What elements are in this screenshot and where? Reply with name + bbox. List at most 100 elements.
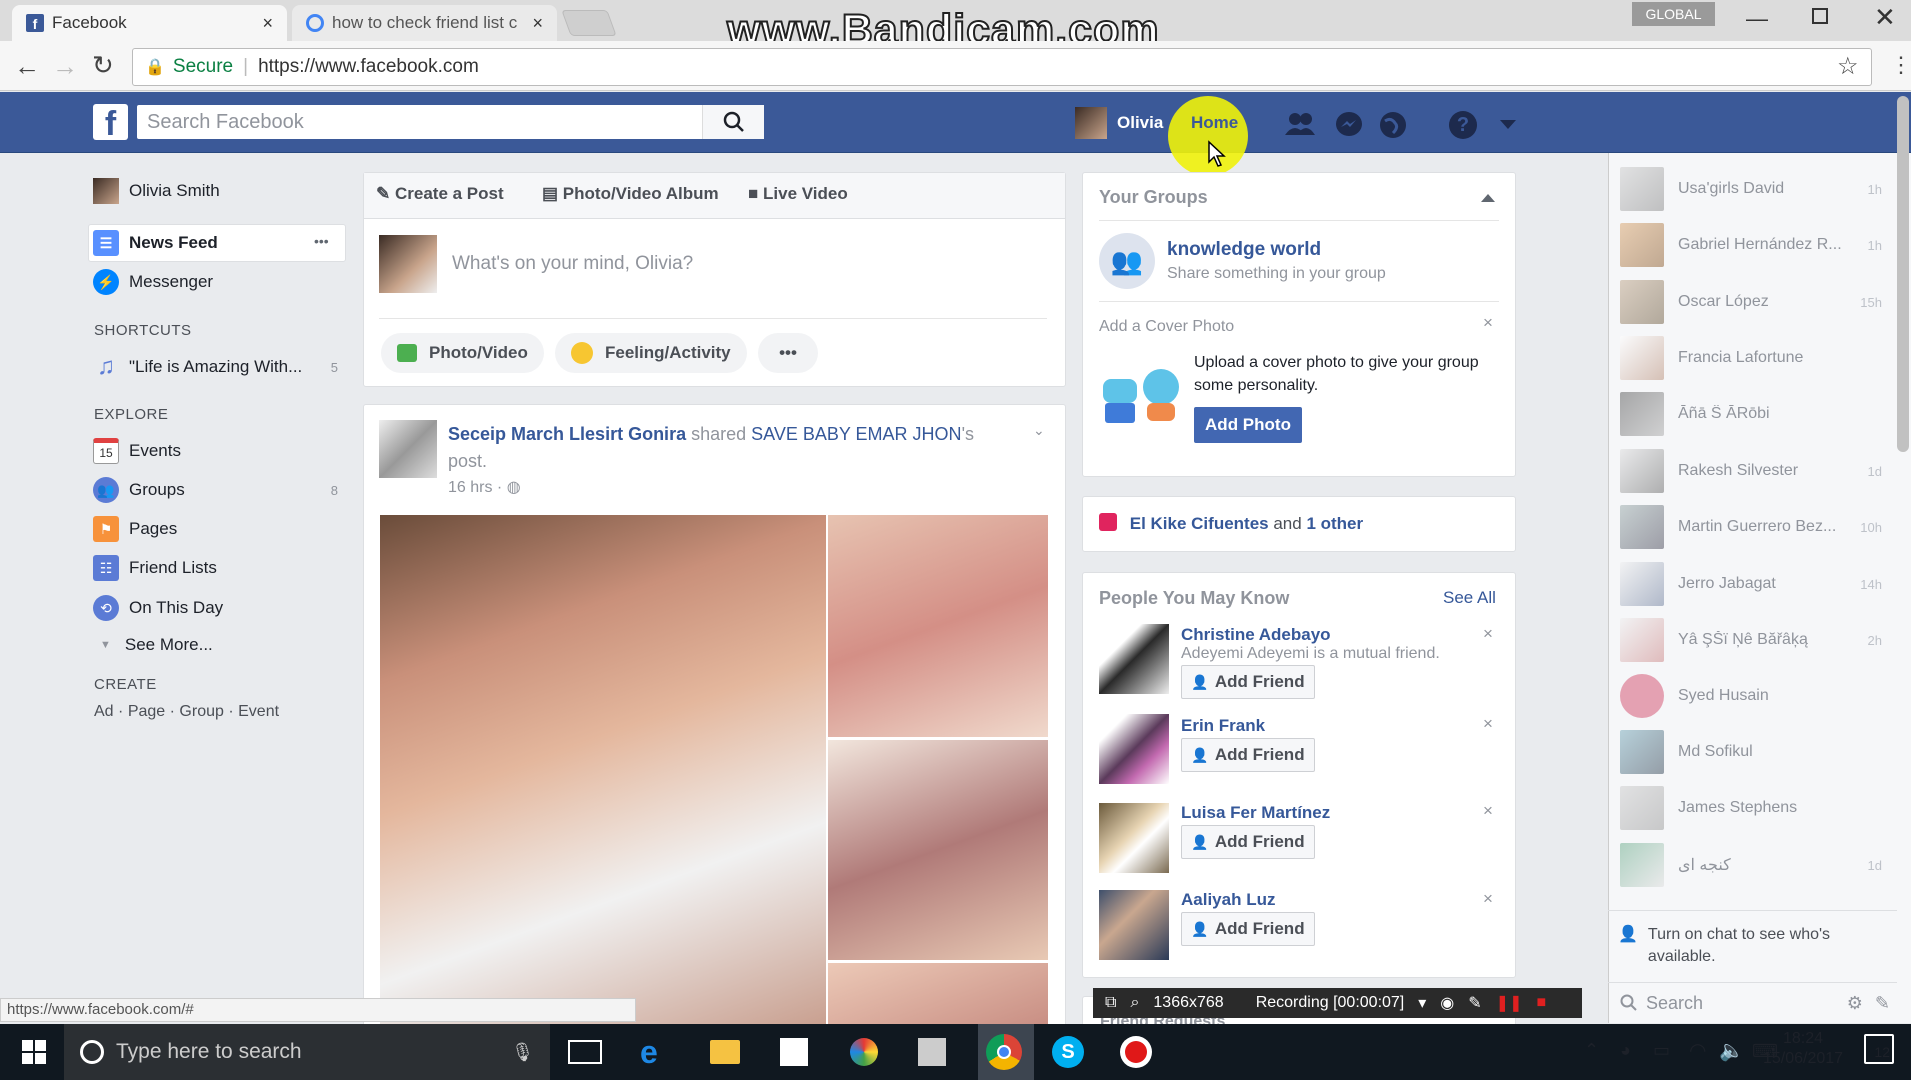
- restore-icon[interactable]: [1812, 8, 1828, 24]
- dropdown-icon[interactable]: ▾: [1418, 993, 1426, 1013]
- post-photo-3[interactable]: [828, 740, 1048, 960]
- notepad-icon[interactable]: [918, 1038, 946, 1066]
- dismiss-icon[interactable]: ×: [1483, 714, 1493, 734]
- chat-contact[interactable]: Martin Guerrero Bez... 10h: [1620, 505, 1882, 549]
- chat-contact[interactable]: James Stephens: [1620, 786, 1882, 830]
- new-message-icon[interactable]: ✎: [1875, 993, 1890, 1014]
- chat-contact[interactable]: Jerro Jabagat 14h: [1620, 562, 1882, 606]
- action-center-icon[interactable]: 12: [1864, 1034, 1894, 1064]
- chat-contact[interactable]: Āñā Ŝ ĀRōbi: [1620, 392, 1882, 436]
- profile-avatar[interactable]: [1075, 107, 1107, 139]
- feeling-activity-button[interactable]: Feeling/Activity: [555, 333, 747, 373]
- dismiss-icon[interactable]: ×: [1483, 801, 1493, 821]
- photos-app-icon[interactable]: [850, 1038, 878, 1066]
- chat-contact[interactable]: Rakesh Silvester 1d: [1620, 449, 1882, 493]
- close-tab-icon[interactable]: ×: [532, 13, 543, 34]
- stop-icon[interactable]: ■: [1536, 994, 1546, 1012]
- photo-video-button[interactable]: Photo/Video: [381, 333, 544, 373]
- forward-icon[interactable]: →: [52, 51, 78, 82]
- create-page-link[interactable]: Page: [128, 703, 165, 720]
- group-icon[interactable]: 👥: [1099, 233, 1155, 289]
- add-photo-button[interactable]: Add Photo: [1194, 407, 1302, 443]
- chat-contact[interactable]: Gabriel Hernández R... 1h: [1620, 223, 1882, 267]
- profile-name-link[interactable]: Olivia: [1117, 113, 1163, 133]
- shared-page-link[interactable]: SAVE BABY EMAR JHON: [751, 424, 961, 444]
- battery-icon[interactable]: ▭: [1653, 1040, 1670, 1061]
- pen-icon[interactable]: ✎: [1468, 993, 1481, 1013]
- birthday-text[interactable]: El Kike Cifuentes and 1 other: [1099, 513, 1363, 534]
- reload-icon[interactable]: ↻: [92, 50, 114, 81]
- create-ad-link[interactable]: Ad: [94, 703, 114, 720]
- pymk-name-2[interactable]: Erin Frank: [1181, 716, 1265, 736]
- post-timestamp[interactable]: 16 hrs · ◍: [448, 477, 521, 497]
- news-feed-link[interactable]: ☰ News Feed: [93, 230, 218, 256]
- add-friend-button[interactable]: 👤 Add Friend: [1181, 912, 1315, 946]
- pymk-photo-3[interactable]: [1099, 803, 1169, 873]
- help-icon[interactable]: ?: [1449, 111, 1477, 139]
- new-tab-button[interactable]: [561, 10, 617, 36]
- bookmark-star-icon[interactable]: ☆: [1837, 52, 1859, 81]
- tray-chevron-up-icon[interactable]: ⌃: [1584, 1040, 1599, 1061]
- chat-contact[interactable]: Md Sofikul: [1620, 730, 1882, 774]
- add-friend-button[interactable]: 👤 Add Friend: [1181, 825, 1315, 859]
- minimize-icon[interactable]: —: [1746, 6, 1768, 32]
- pymk-name-1[interactable]: Christine Adebayo: [1181, 625, 1331, 645]
- sidebar-item-on-this-day[interactable]: ⟲ On This Day: [93, 595, 338, 621]
- back-icon[interactable]: ←: [14, 51, 40, 82]
- volume-icon[interactable]: 🔈: [1719, 1038, 1744, 1063]
- create-group-link[interactable]: Group: [179, 703, 223, 720]
- friend-requests-icon[interactable]: [1283, 111, 1317, 142]
- post-author-link[interactable]: Seceip March Llesirt Gonira: [448, 424, 686, 444]
- see-more-link[interactable]: ▼ See More...: [100, 635, 213, 655]
- dismiss-icon[interactable]: ×: [1483, 624, 1493, 644]
- create-event-link[interactable]: Event: [238, 703, 279, 720]
- chrome-menu-icon[interactable]: ⋮: [1890, 52, 1911, 78]
- wifi-icon[interactable]: ◠: [1689, 1038, 1706, 1063]
- composer-more-button[interactable]: •••: [758, 333, 818, 373]
- microphone-icon[interactable]: 🎙: [511, 1042, 534, 1063]
- camera-icon[interactable]: ◉: [1440, 993, 1454, 1013]
- collapse-chevron-icon[interactable]: [1481, 194, 1495, 202]
- pause-icon[interactable]: ❚❚: [1496, 993, 1523, 1013]
- taskbar-clock[interactable]: 18:24 15/06/2017: [1758, 1029, 1848, 1069]
- tab-live-video[interactable]: ■ Live Video: [748, 184, 848, 204]
- bandicam-taskbar-icon[interactable]: [1120, 1036, 1152, 1068]
- home-link[interactable]: Home: [1191, 113, 1238, 133]
- close-window-icon[interactable]: ✕: [1874, 2, 1896, 33]
- post-author-avatar[interactable]: [379, 420, 437, 478]
- see-all-link[interactable]: See All: [1443, 588, 1496, 608]
- file-explorer-icon[interactable]: [710, 1040, 740, 1064]
- address-bar[interactable]: 🔒 Secure | https://www.facebook.com: [132, 48, 1872, 86]
- search-input[interactable]: Search Facebook: [137, 105, 764, 139]
- dismiss-icon[interactable]: ×: [1483, 889, 1493, 909]
- close-icon[interactable]: ×: [1483, 313, 1493, 333]
- tab-create-post[interactable]: ✎ Create a Post: [376, 184, 504, 204]
- post-photo-2[interactable]: [828, 515, 1048, 737]
- post-photo-main[interactable]: [380, 515, 826, 1024]
- post-options-chevron-icon[interactable]: ⌄: [1033, 422, 1045, 439]
- shortcut-item[interactable]: ♫ "Life is Amazing With... 5: [93, 353, 338, 380]
- pymk-photo-4[interactable]: [1099, 890, 1169, 960]
- gear-icon[interactable]: ⚙: [1847, 993, 1863, 1014]
- search-button[interactable]: [702, 105, 764, 139]
- sidebar-item-groups[interactable]: 👥 Groups 8: [93, 477, 338, 503]
- composer-input[interactable]: What's on your mind, Olivia?: [452, 253, 1032, 275]
- sidebar-item-friend-lists[interactable]: ☷ Friend Lists: [93, 555, 338, 581]
- notifications-globe-icon[interactable]: [1379, 111, 1407, 144]
- account-dropdown-icon[interactable]: [1500, 120, 1516, 129]
- post-photo-4[interactable]: [828, 963, 1048, 1024]
- news-feed-more-icon[interactable]: •••: [314, 233, 329, 249]
- messenger-icon[interactable]: [1335, 111, 1363, 144]
- tab-google[interactable]: how to check friend list c ×: [292, 5, 557, 41]
- facebook-logo[interactable]: f: [93, 104, 128, 143]
- sidebar-item-pages[interactable]: ⚑ Pages: [93, 516, 338, 542]
- pymk-photo-1[interactable]: [1099, 624, 1169, 694]
- windows-start-icon[interactable]: [22, 1040, 46, 1069]
- page-scrollbar[interactable]: [1897, 96, 1909, 452]
- left-profile-link[interactable]: Olivia Smith: [93, 178, 220, 204]
- store-icon[interactable]: [780, 1038, 808, 1066]
- chat-contact[interactable]: Usa'girls David 1h: [1620, 167, 1882, 211]
- sidebar-item-events[interactable]: 15 Events: [93, 438, 338, 464]
- chat-contact[interactable]: Francia Lafortune: [1620, 336, 1882, 380]
- add-friend-button[interactable]: 👤 Add Friend: [1181, 665, 1315, 699]
